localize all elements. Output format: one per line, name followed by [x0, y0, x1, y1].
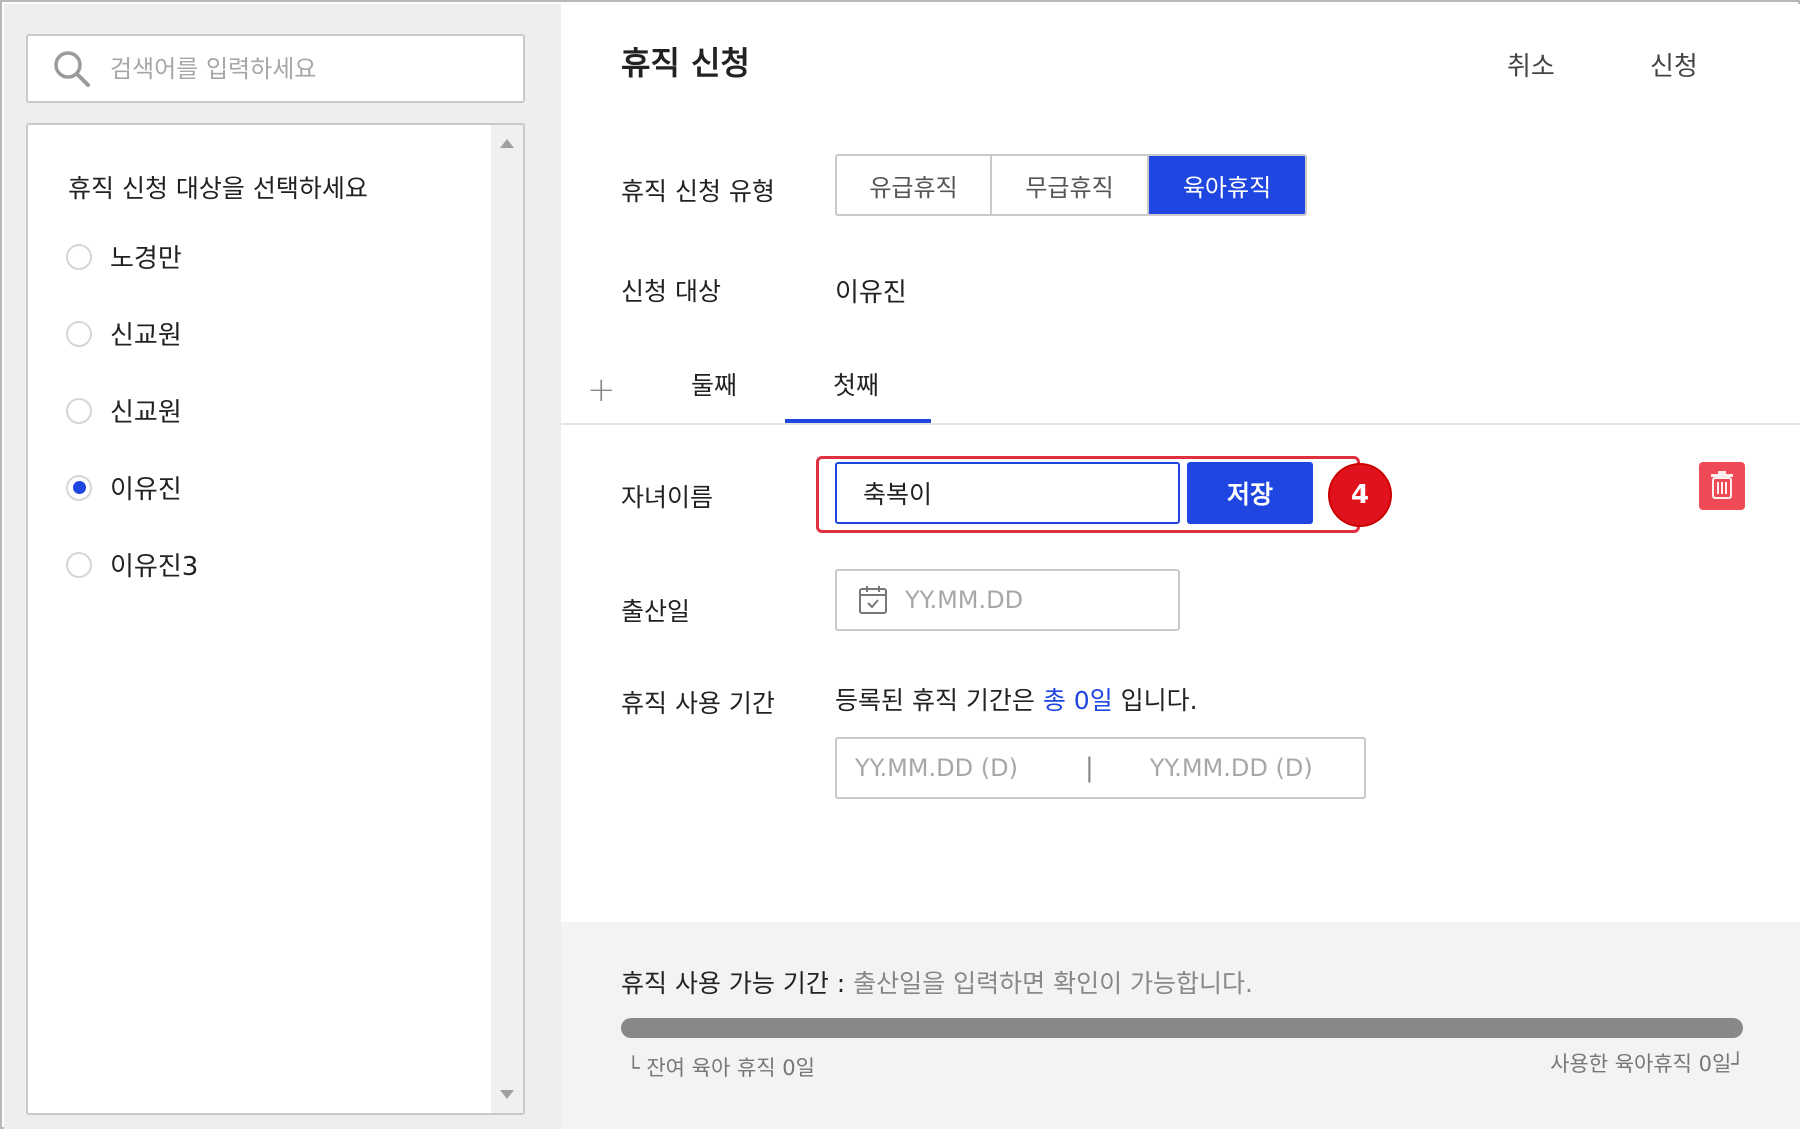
target-list-title: 휴직 신청 대상을 선택하세요	[68, 174, 368, 203]
target-selection-panel: 휴직 신청 대상을 선택하세요 노경만 신교원 신교원 이유진 이유진3	[4, 4, 561, 1129]
range-end-input[interactable]	[1149, 754, 1360, 782]
target-option-label: 노경만	[110, 244, 182, 274]
availability-message: 출산일을 입력하면 확인이 가능합니다.	[853, 969, 1253, 998]
period-total-days: 총 0일	[1042, 686, 1113, 715]
radio-button[interactable]	[66, 243, 92, 270]
page-title: 휴직 신청	[621, 44, 750, 82]
birth-date-input[interactable]	[905, 586, 1165, 614]
used-leave-text: 사용한 육아휴직 0일┘	[1550, 1052, 1744, 1076]
save-button[interactable]: 저장	[1187, 462, 1313, 524]
availability-section: 휴직 사용 가능 기간 : 출산일을 입력하면 확인이 가능합니다. └ 잔여 …	[561, 922, 1800, 1129]
radio-button-selected[interactable]	[66, 474, 92, 501]
target-option-4[interactable]: 이유진3	[66, 546, 198, 583]
child-name-input[interactable]	[835, 462, 1180, 524]
child-name-label: 자녀이름	[621, 483, 714, 512]
leave-period-range: |	[835, 737, 1366, 799]
target-option-label: 신교원	[110, 398, 182, 428]
tab-divider	[561, 423, 1800, 425]
tab-first-child[interactable]: 첫째	[833, 366, 879, 402]
app-window: 휴직 신청 대상을 선택하세요 노경만 신교원 신교원 이유진 이유진3	[0, 0, 1800, 1129]
submit-button[interactable]: 신청	[1650, 46, 1698, 83]
search-box[interactable]	[26, 34, 525, 103]
availability-label: 휴직 사용 가능 기간 :	[621, 969, 854, 998]
target-option-1[interactable]: 신교원	[66, 315, 182, 352]
target-option-label: 신교원	[110, 321, 182, 351]
leave-type-unpaid[interactable]: 무급휴직	[992, 156, 1149, 214]
add-tab-icon[interactable]: +	[587, 370, 616, 410]
leave-application-form: 휴직 신청 취소 신청 휴직 신청 유형 유급휴직 무급휴직 육아휴직 신청 대…	[561, 4, 1800, 1129]
remaining-leave-text: └ 잔여 육아 휴직 0일	[627, 1056, 815, 1080]
radio-button[interactable]	[66, 320, 92, 347]
range-start-input[interactable]	[855, 754, 1065, 782]
target-option-label: 이유진	[110, 475, 182, 505]
birth-date-label: 출산일	[621, 597, 691, 626]
leave-type-childcare[interactable]: 육아휴직	[1149, 156, 1305, 214]
tab-second-child[interactable]: 둘째	[691, 366, 737, 402]
period-text-prefix: 등록된 휴직 기간은	[835, 686, 1043, 715]
list-scrollbar[interactable]	[491, 125, 523, 1113]
range-separator: |	[1085, 753, 1094, 783]
applicant-value: 이유진	[835, 278, 907, 308]
applicant-label: 신청 대상	[621, 277, 721, 306]
trash-icon	[1709, 470, 1735, 503]
availability-line: 휴직 사용 가능 기간 : 출산일을 입력하면 확인이 가능합니다.	[621, 964, 1253, 1000]
scroll-up-icon[interactable]	[500, 139, 514, 148]
radio-button[interactable]	[66, 551, 92, 578]
period-text-suffix: 입니다.	[1112, 686, 1198, 715]
calendar-icon[interactable]	[857, 584, 889, 616]
birth-date-field[interactable]	[835, 569, 1180, 631]
target-option-3[interactable]: 이유진	[66, 469, 182, 506]
search-input[interactable]	[110, 54, 490, 83]
target-list: 휴직 신청 대상을 선택하세요 노경만 신교원 신교원 이유진 이유진3	[26, 123, 525, 1115]
search-icon	[52, 49, 92, 89]
leave-period-summary: 등록된 휴직 기간은 총 0일 입니다.	[835, 681, 1198, 717]
radio-button[interactable]	[66, 397, 92, 424]
availability-progress-bar	[621, 1018, 1743, 1038]
leave-type-selector: 유급휴직 무급휴직 육아휴직	[835, 154, 1307, 216]
leave-type-paid[interactable]: 유급휴직	[837, 156, 992, 214]
leave-type-label: 휴직 신청 유형	[621, 177, 775, 206]
target-option-label: 이유진3	[110, 552, 199, 582]
step-badge: 4	[1330, 465, 1390, 525]
target-option-2[interactable]: 신교원	[66, 392, 182, 429]
scroll-down-icon[interactable]	[500, 1090, 514, 1099]
delete-button[interactable]	[1699, 462, 1745, 510]
cancel-button[interactable]: 취소	[1507, 46, 1555, 83]
leave-period-label: 휴직 사용 기간	[621, 689, 775, 718]
target-option-0[interactable]: 노경만	[66, 238, 182, 275]
